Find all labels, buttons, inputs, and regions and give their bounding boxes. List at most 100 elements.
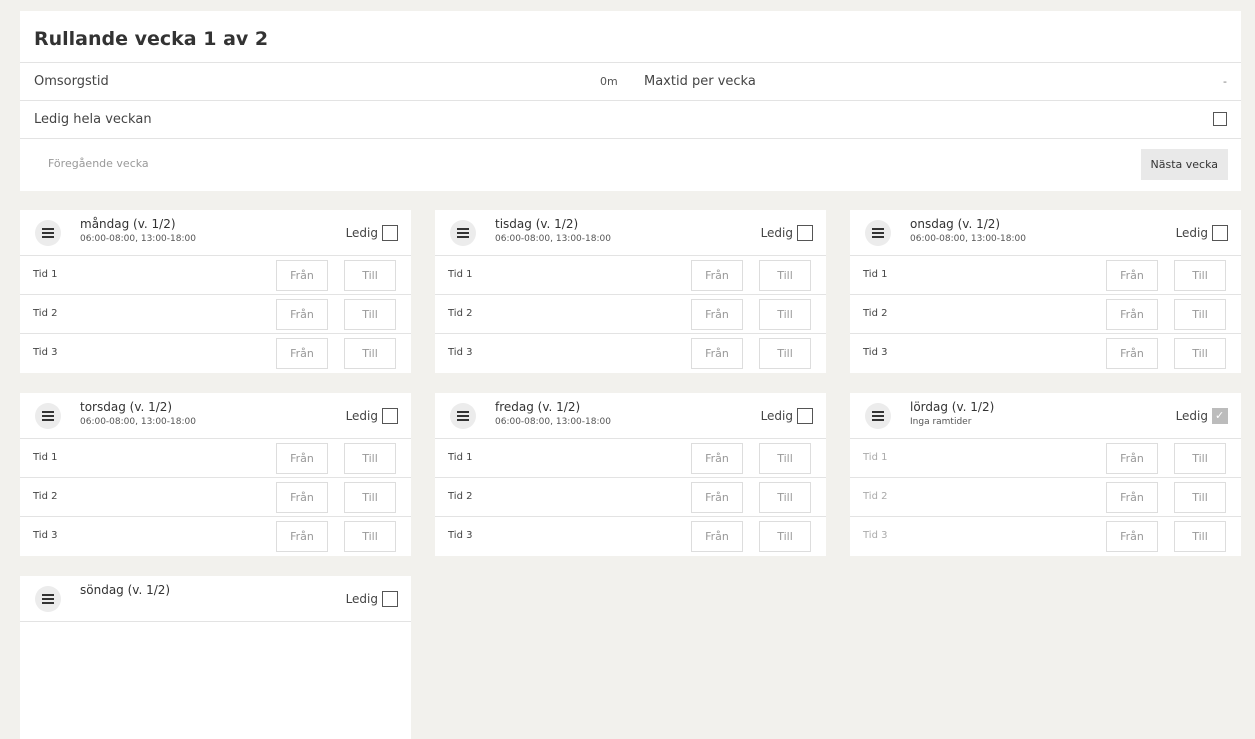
to-time-input[interactable]: Till: [1174, 443, 1226, 474]
from-time-input[interactable]: Från: [691, 443, 743, 474]
ledig-checkbox[interactable]: [1212, 225, 1228, 241]
ledig-checkbox[interactable]: [797, 225, 813, 241]
to-time-input[interactable]: Till: [1174, 482, 1226, 513]
from-time-input[interactable]: Från: [276, 482, 328, 513]
from-time-input[interactable]: Från: [1106, 338, 1158, 369]
day-header: söndag (v. 1/2) Ledig: [20, 576, 411, 622]
tid-row: Tid 3 Från Till: [850, 334, 1241, 373]
week-summary-card: Rullande vecka 1 av 2 Omsorgstid 0m Maxt…: [20, 11, 1241, 191]
menu-icon[interactable]: [35, 586, 61, 612]
to-time-input[interactable]: Till: [759, 260, 811, 291]
week-navigation: Föregående vecka Nästa vecka: [20, 139, 1241, 190]
from-time-input[interactable]: Från: [1106, 260, 1158, 291]
tid-row: Tid 3 Från Till: [20, 334, 411, 373]
ledig-checkbox[interactable]: [797, 408, 813, 424]
to-time-input[interactable]: Till: [1174, 299, 1226, 330]
ledig-checkbox[interactable]: [382, 225, 398, 241]
tid-row: Tid 1 Från Till: [20, 439, 411, 478]
from-time-input[interactable]: Från: [691, 482, 743, 513]
to-time-input[interactable]: Till: [759, 299, 811, 330]
day-name: lördag (v. 1/2): [910, 400, 995, 414]
from-time-input[interactable]: Från: [1106, 443, 1158, 474]
day-header: onsdag (v. 1/2) 06:00-08:00, 13:00-18:00 L…: [850, 210, 1241, 256]
from-time-input[interactable]: Från: [1106, 521, 1158, 552]
menu-icon[interactable]: [450, 220, 476, 246]
menu-icon[interactable]: [35, 403, 61, 429]
day-name: torsdag (v. 1/2): [80, 400, 173, 414]
from-time-input[interactable]: Från: [691, 260, 743, 291]
tid-row: Tid 2 Från Till: [850, 478, 1241, 517]
tid-row: Tid 1 Från Till: [435, 256, 826, 295]
to-time-input[interactable]: Till: [344, 338, 396, 369]
to-time-input[interactable]: Till: [1174, 521, 1226, 552]
to-time-input[interactable]: Till: [1174, 338, 1226, 369]
ledig-checkbox[interactable]: [382, 408, 398, 424]
to-time-input[interactable]: Till: [344, 299, 396, 330]
tid-label: Tid 1: [863, 452, 888, 463]
menu-icon[interactable]: [35, 220, 61, 246]
day-card: onsdag (v. 1/2) 06:00-08:00, 13:00-18:00 L…: [850, 210, 1241, 373]
ledig-label: Ledig: [1175, 226, 1208, 240]
tid-label: Tid 3: [33, 347, 58, 358]
tid-label: Tid 3: [448, 530, 473, 541]
from-time-input[interactable]: Från: [691, 338, 743, 369]
day-header: torsdag (v. 1/2) 06:00-08:00, 13:00-18:00…: [20, 393, 411, 439]
tid-row: Tid 3 Från Till: [850, 517, 1241, 556]
maxtid-label: Maxtid per vecka: [644, 74, 756, 89]
to-time-input[interactable]: Till: [344, 260, 396, 291]
omsorgstid-row: Omsorgstid 0m Maxtid per vecka -: [20, 63, 1241, 101]
to-time-input[interactable]: Till: [759, 482, 811, 513]
tid-row: Tid 2 Från Till: [20, 478, 411, 517]
menu-icon[interactable]: [865, 220, 891, 246]
next-week-button[interactable]: Nästa vecka: [1140, 149, 1228, 180]
tid-row: Tid 1 Från Till: [850, 439, 1241, 478]
ledig-label: Ledig: [345, 592, 378, 606]
tid-label: Tid 3: [448, 347, 473, 358]
tid-label: Tid 2: [33, 491, 58, 502]
to-time-input[interactable]: Till: [344, 443, 396, 474]
from-time-input[interactable]: Från: [691, 299, 743, 330]
day-name: måndag (v. 1/2): [80, 217, 176, 231]
day-name: söndag (v. 1/2): [80, 583, 171, 597]
day-ramtider: Inga ramtider: [910, 417, 972, 427]
from-time-input[interactable]: Från: [691, 521, 743, 552]
tid-label: Tid 1: [448, 269, 473, 280]
day-card: måndag (v. 1/2) 06:00-08:00, 13:00-18:00 L…: [20, 210, 411, 373]
ledig-hela-veckan-label: Ledig hela veckan: [34, 112, 152, 127]
ledig-label: Ledig: [345, 409, 378, 423]
to-time-input[interactable]: Till: [759, 443, 811, 474]
from-time-input[interactable]: Från: [276, 299, 328, 330]
from-time-input[interactable]: Från: [276, 443, 328, 474]
tid-label: Tid 2: [448, 308, 473, 319]
day-ramtider: 06:00-08:00, 13:00-18:00: [80, 234, 196, 244]
previous-week-button[interactable]: Föregående vecka: [48, 157, 149, 170]
day-name: tisdag (v. 1/2): [495, 217, 579, 231]
day-card: tisdag (v. 1/2) 06:00-08:00, 13:00-18:00 L…: [435, 210, 826, 373]
from-time-input[interactable]: Från: [276, 521, 328, 552]
day-header: tisdag (v. 1/2) 06:00-08:00, 13:00-18:00 L…: [435, 210, 826, 256]
to-time-input[interactable]: Till: [344, 482, 396, 513]
from-time-input[interactable]: Från: [276, 338, 328, 369]
to-time-input[interactable]: Till: [759, 338, 811, 369]
tid-label: Tid 1: [33, 269, 58, 280]
ledig-label: Ledig: [1175, 409, 1208, 423]
from-time-input[interactable]: Från: [1106, 299, 1158, 330]
to-time-input[interactable]: Till: [1174, 260, 1226, 291]
day-card: torsdag (v. 1/2) 06:00-08:00, 13:00-18:00…: [20, 393, 411, 556]
ledig-label: Ledig: [760, 409, 793, 423]
day-header: fredag (v. 1/2) 06:00-08:00, 13:00-18:00 L…: [435, 393, 826, 439]
menu-icon[interactable]: [865, 403, 891, 429]
menu-icon[interactable]: [450, 403, 476, 429]
tid-row: Tid 2 Från Till: [435, 478, 826, 517]
ledig-hela-veckan-checkbox[interactable]: [1213, 112, 1227, 126]
maxtid-value: -: [1223, 75, 1227, 88]
from-time-input[interactable]: Från: [1106, 482, 1158, 513]
to-time-input[interactable]: Till: [759, 521, 811, 552]
tid-label: Tid 2: [448, 491, 473, 502]
tid-label: Tid 1: [33, 452, 58, 463]
from-time-input[interactable]: Från: [276, 260, 328, 291]
to-time-input[interactable]: Till: [344, 521, 396, 552]
ledig-checkbox[interactable]: [1212, 408, 1228, 424]
tid-label: Tid 1: [448, 452, 473, 463]
ledig-checkbox[interactable]: [382, 591, 398, 607]
